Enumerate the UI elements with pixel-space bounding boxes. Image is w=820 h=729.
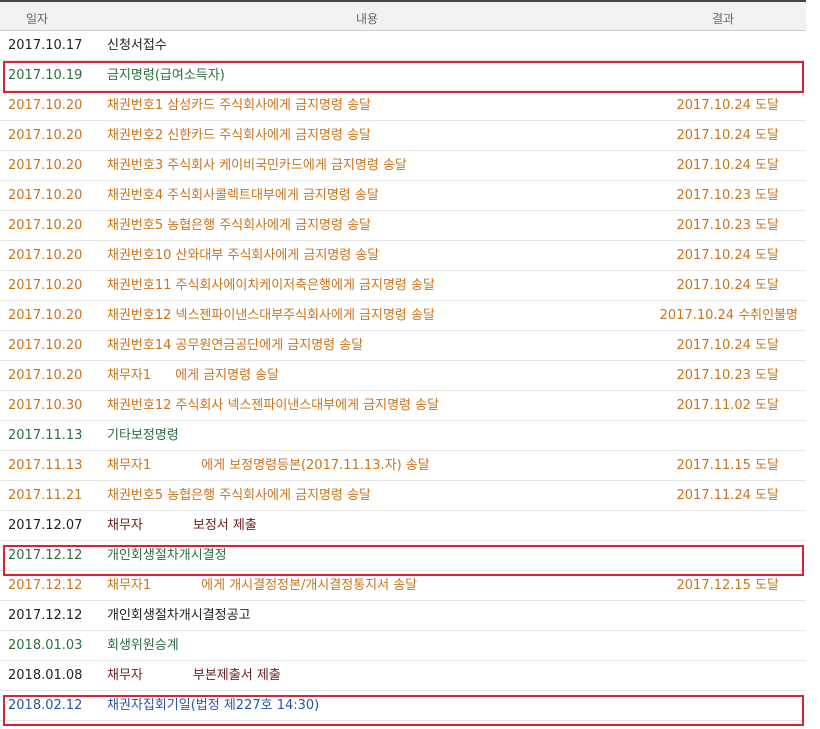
row-date: 2017.10.20 [8, 278, 83, 293]
table-row: 2017.12.07 채무자 보정서 제출 [0, 511, 806, 541]
row-content-part: 보정서 제출 [192, 518, 257, 533]
table-header: 일자 내용 결과 [0, 0, 806, 31]
row-date: 2018.01.08 [8, 668, 83, 683]
row-date: 2017.10.20 [8, 218, 83, 233]
header-content: 내용 [356, 12, 379, 26]
table-row: 2017.10.20 채권번호10 산와대부 주식회사에게 금지명령 송달 20… [0, 241, 806, 271]
table-row: 2017.10.17 신청서접수 [0, 31, 806, 61]
header-result: 결과 [712, 12, 735, 26]
row-result: 2017.10.24 도달 [676, 158, 780, 173]
row-content-part: 에게 보정명령등본(2017.11.13.자) 송달 [201, 458, 430, 473]
row-date: 2017.10.20 [8, 308, 83, 323]
row-result: 2017.10.23 도달 [676, 368, 780, 383]
row-result: 2017.10.24 도달 [676, 248, 780, 263]
row-result: 2017.10.24 도달 [676, 98, 780, 113]
row-date: 2017.10.19 [8, 68, 83, 83]
header-date: 일자 [26, 12, 49, 26]
table-row: 2017.10.20 채권번호1 삼성카드 주식회사에게 금지명령 송달 201… [0, 91, 806, 121]
case-progress-table: 일자 내용 결과 2017.10.17 신청서접수 2017.10.19 금지명… [0, 0, 806, 721]
row-content: 채권번호5 농협은행 주식회사에게 금지명령 송달 [107, 488, 372, 503]
row-date: 2017.10.20 [8, 188, 83, 203]
row-content: 채권번호10 산와대부 주식회사에게 금지명령 송달 [107, 248, 380, 263]
row-result: 2017.12.15 도달 [676, 578, 780, 593]
row-date: 2017.12.12 [8, 578, 83, 593]
row-result: 2017.10.24 도달 [676, 278, 780, 293]
row-date: 2017.11.13 [8, 458, 83, 473]
row-date: 2017.10.20 [8, 368, 83, 383]
row-content: 채권번호5 농협은행 주식회사에게 금지명령 송달 [107, 218, 372, 233]
table-row: 2017.10.20 채권번호4 주식회사콜렉트대부에게 금지명령 송달 201… [0, 181, 806, 211]
row-date: 2017.12.07 [8, 518, 83, 533]
row-date: 2017.12.12 [8, 608, 83, 623]
table-row: 2017.10.20 채무자1 에게 금지명령 송달 2017.10.23 도달 [0, 361, 806, 391]
row-content: 기타보정명령 [107, 428, 179, 443]
row-content-part: 채무자1 [107, 368, 152, 383]
row-date: 2017.10.20 [8, 338, 83, 353]
row-content: 채권번호4 주식회사콜렉트대부에게 금지명령 송달 [107, 188, 379, 203]
row-date: 2017.10.20 [8, 248, 83, 263]
row-date: 2017.12.12 [8, 548, 83, 563]
row-content: 채무자1 에게 보정명령등본(2017.11.13.자) 송달 [107, 458, 430, 474]
row-date: 2018.02.12 [8, 698, 83, 713]
table-row: 2017.12.12 채무자1 에게 개시결정정본/개시결정통지서 송달 2017… [0, 571, 806, 601]
row-content-part: 에게 금지명령 송달 [175, 368, 280, 383]
table-row: 2018.01.03 회생위원승계 [0, 631, 806, 661]
row-content: 채무자 보정서 제출 [107, 518, 257, 534]
row-content: 개인회생절차개시결정 [107, 548, 227, 563]
row-content: 회생위원승계 [107, 638, 179, 653]
row-date: 2017.10.20 [8, 158, 83, 173]
row-date: 2017.10.17 [8, 38, 83, 53]
table-row: 2017.10.20 채권번호2 신한카드 주식회사에게 금지명령 송달 201… [0, 121, 806, 151]
row-date: 2017.11.21 [8, 488, 83, 503]
row-result: 2017.11.15 도달 [676, 458, 780, 473]
row-content: 채권번호12 넥스젠파이낸스대부주식회사에게 금지명령 송달 [107, 308, 435, 323]
row-content-part: 채무자 [107, 518, 143, 533]
table-row: 2017.10.20 채권번호12 넥스젠파이낸스대부주식회사에게 금지명령 송… [0, 301, 806, 331]
row-content-part: 에게 개시결정정본/개시결정통지서 송달 [201, 578, 418, 593]
table-row: 2017.10.20 채권번호11 주식회사에이치케이저축은행에게 금지명령 송… [0, 271, 806, 301]
row-content-part: 채무자 [107, 668, 143, 683]
row-content: 채무자1 에게 금지명령 송달 [107, 368, 279, 384]
row-content: 채권자집회기일(법정 제227호 14:30) [107, 698, 320, 713]
table-row: 2017.11.21 채권번호5 농협은행 주식회사에게 금지명령 송달 201… [0, 481, 806, 511]
row-date: 2017.11.13 [8, 428, 83, 443]
row-date: 2017.10.30 [8, 398, 83, 413]
row-content: 금지명령(급여소득자) [107, 68, 225, 83]
table-row: 2017.10.20 채권번호14 공무원연금공단에게 금지명령 송달 2017… [0, 331, 806, 361]
row-result: 2017.10.23 도달 [676, 218, 780, 233]
table-row: 2017.10.20 채권번호3 주식회사 케이비국민카드에게 금지명령 송달 … [0, 151, 806, 181]
row-date: 2017.10.20 [8, 128, 83, 143]
row-content: 채권번호1 삼성카드 주식회사에게 금지명령 송달 [107, 98, 372, 113]
row-content: 채권번호3 주식회사 케이비국민카드에게 금지명령 송달 [107, 158, 407, 173]
row-content: 채권번호11 주식회사에이치케이저축은행에게 금지명령 송달 [107, 278, 435, 293]
table-row: 2017.12.12 개인회생절차개시결정공고 [0, 601, 806, 631]
table-row: 2017.10.30 채권번호12 주식회사 넥스젠파이낸스대부에게 금지명령 … [0, 391, 806, 421]
row-result: 2017.10.24 도달 [676, 338, 780, 353]
row-result: 2017.11.24 도달 [676, 488, 780, 503]
row-content: 채권번호12 주식회사 넥스젠파이낸스대부에게 금지명령 송달 [107, 398, 440, 413]
row-result: 2017.10.24 수취인불명 [659, 308, 798, 323]
row-result: 2017.10.24 도달 [676, 128, 780, 143]
table-row: 2017.11.13 채무자1 에게 보정명령등본(2017.11.13.자) 송… [0, 451, 806, 481]
table-row: 2017.11.13 기타보정명령 [0, 421, 806, 451]
row-content-part: 부본제출서 제출 [192, 668, 281, 683]
row-content: 신청서접수 [107, 38, 167, 53]
row-content: 채무자 부본제출서 제출 [107, 668, 281, 684]
row-date: 2017.10.20 [8, 98, 83, 113]
row-content: 채권번호2 신한카드 주식회사에게 금지명령 송달 [107, 128, 372, 143]
row-content: 개인회생절차개시결정공고 [107, 608, 251, 623]
row-content-part: 채무자1 [107, 458, 152, 473]
row-result: 2017.10.23 도달 [676, 188, 780, 203]
row-content-part: 채무자1 [107, 578, 152, 593]
row-content: 채권번호14 공무원연금공단에게 금지명령 송달 [107, 338, 364, 353]
row-content: 채무자1 에게 개시결정정본/개시결정통지서 송달 [107, 578, 417, 594]
row-result: 2017.11.02 도달 [676, 398, 780, 413]
table-row: 2017.10.20 채권번호5 농협은행 주식회사에게 금지명령 송달 201… [0, 211, 806, 241]
table-row: 2018.01.08 채무자 부본제출서 제출 [0, 661, 806, 691]
table-row: 2017.12.12 개인회생절차개시결정 [0, 541, 806, 571]
table-row: 2018.02.12 채권자집회기일(법정 제227호 14:30) [0, 691, 806, 721]
row-date: 2018.01.03 [8, 638, 83, 653]
table-row: 2017.10.19 금지명령(급여소득자) [0, 61, 806, 91]
